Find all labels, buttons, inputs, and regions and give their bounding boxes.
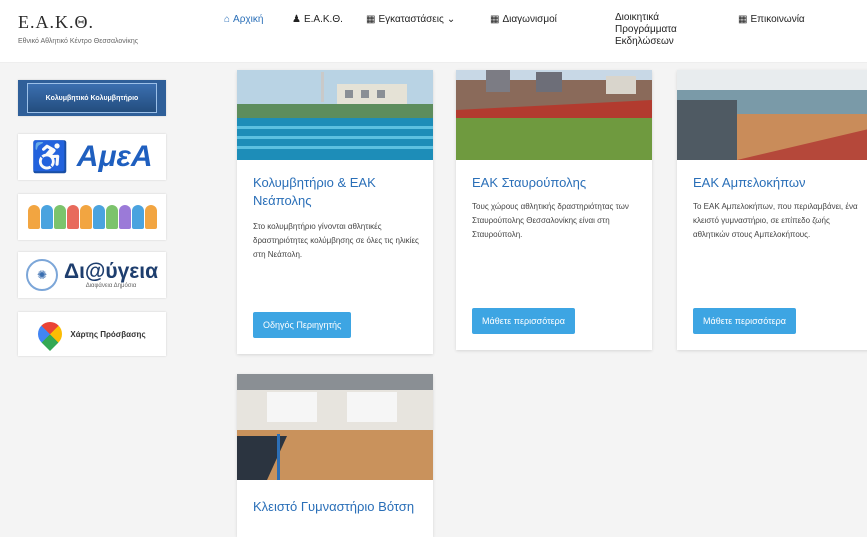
home-icon: ⌂ [224,14,231,25]
amea-label: ΑμεΑ [76,140,153,173]
amea-banner[interactable]: ♿ ΑμεΑ [18,134,166,180]
logo-subtitle: Εθνικό Αθλητικό Κέντρο Θεσσαλονίκης [18,38,139,45]
nav-programs[interactable]: Διοικητικά Προγράμματα Εκδηλώσεων [612,12,697,48]
grid-icon: ▦ [366,14,376,25]
grid-icon: ▦ [490,14,500,25]
chevron-down-icon: ⌄ [446,14,456,25]
card-text: Τους χώρους αθλητικής δραστηριότητας των… [472,202,629,239]
nav-contact-label: Επικοινωνία [750,14,805,25]
card-stavroupoli: ΕΑΚ Σταυρούπολης Τους χώρους αθλητικής δ… [456,70,652,350]
site-header: Ε.Α.Κ.Θ. Εθνικό Αθλητικό Κέντρο Θεσσαλον… [0,0,867,63]
nav-eakth[interactable]: ♟ Ε.Α.Κ.Θ. [292,14,343,26]
stadium-photo [456,70,652,160]
nav-tenders-label: Διαγωνισμοί [502,14,557,25]
card-title[interactable]: Κλειστό Γυμναστήριο Βότση [253,498,423,516]
diavgeia-sublabel: Διαφάνεια Δημόσια [85,283,137,289]
card-button[interactable]: Μάθετε περισσότερα [472,308,576,334]
nav-tenders[interactable]: ▦ Διαγωνισμοί [490,14,557,26]
diavgeia-label: Δι@ύγεια [63,260,159,283]
map-pin-icon [33,317,68,351]
gym-hall-photo [677,70,867,160]
map-banner-label: Χάρτης Πρόσβασης [70,329,146,339]
wheelchair-icon: ♿ [31,140,69,174]
card-title[interactable]: ΕΑΚ Αμπελοκήπων [693,174,863,192]
grid-icon: ▦ [738,14,748,25]
card-text: Το ΕΑΚ Αμπελοκήπων, που περιλαμβάνει, έν… [693,202,858,239]
map-banner[interactable]: Χάρτης Πρόσβασης [18,312,166,356]
nav-home[interactable]: ⌂ Αρχική [224,14,263,26]
swimming-banner-label: Κολυμβητικό Κολυμβητήριο [27,83,157,113]
nav-contact[interactable]: ▦ Επικοινωνία [738,14,805,26]
nav-facilities-label: Εγκαταστάσεις [378,14,444,25]
card-swimming-pool: Κολυμβητήριο & ΕΑΚ Νεάπολης Στο κολυμβητ… [237,70,433,354]
card-button[interactable]: Οδηγός Περιηγητής [253,312,352,338]
swimming-pool-photo [237,70,433,160]
seal-icon: ✺ [25,259,58,291]
user-icon: ♟ [292,14,301,25]
diavgeia-banner[interactable]: ✺ Δι@ύγεια Διαφάνεια Δημόσια [18,252,166,298]
nav-eakth-label: Ε.Α.Κ.Θ. [303,14,343,25]
nav-home-label: Αρχική [233,14,264,25]
indoor-gym-photo [237,374,433,480]
card-ampelokipoi: ΕΑΚ Αμπελοκήπων Το ΕΑΚ Αμπελοκήπων, που … [677,70,867,350]
card-text: Στο κολυμβητήριο γίνονται αθλητικές δρασ… [253,222,419,259]
swimming-banner[interactable]: Κολυμβητικό Κολυμβητήριο [18,80,166,116]
activities-banner[interactable] [18,194,166,240]
card-title[interactable]: Κολυμβητήριο & ΕΑΚ Νεάπολης [253,174,423,210]
card-button[interactable]: Μάθετε περισσότερα [693,308,797,334]
people-illustration-icon [27,205,157,229]
card-title[interactable]: ΕΑΚ Σταυρούπολης [472,174,642,192]
nav-facilities[interactable]: ▦ Εγκαταστάσεις ⌄ [366,14,455,26]
card-votsi-gym: Κλειστό Γυμναστήριο Βότση [237,374,433,537]
logo-title[interactable]: Ε.Α.Κ.Θ. [18,12,94,33]
nav-programs-label: Διοικητικά Προγράμματα Εκδηλώσεων [615,12,677,47]
